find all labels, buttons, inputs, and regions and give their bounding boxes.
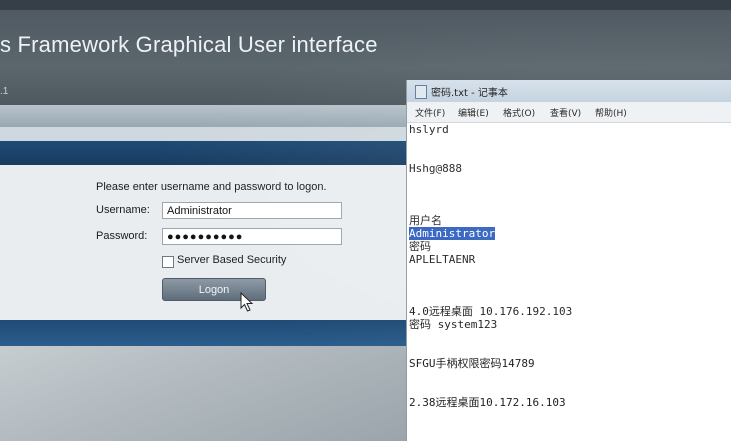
server-security-label: Server Based Security	[177, 254, 287, 266]
notepad-line	[409, 292, 729, 305]
server-security-checkbox[interactable]	[162, 256, 174, 268]
app-toolbar-band	[0, 105, 410, 127]
mouse-pointer-icon	[240, 292, 254, 312]
notepad-line: 密码 system123	[409, 318, 729, 331]
notepad-line	[409, 383, 729, 396]
notepad-line	[409, 136, 729, 149]
menu-edit[interactable]: 编辑(E)	[458, 106, 489, 119]
notepad-line-text: 2.38远程桌面10.172.16.103	[409, 396, 566, 409]
app-title: s Framework Graphical User interface	[0, 32, 378, 57]
app-lower-area	[0, 346, 410, 441]
password-label: Password:	[96, 230, 148, 242]
notepad-selected-text: Administrator	[409, 227, 496, 240]
notepad-text-area[interactable]: hslyrd Hshg@888 用户名 Administrator 密码 APLELT…	[409, 123, 729, 409]
notepad-line	[409, 149, 729, 162]
notepad-window: 密码.txt - 记事本 文件(F) 编辑(E) 格式(O) 查看(V) 帮助(…	[406, 80, 731, 441]
notepad-line	[409, 175, 729, 188]
notepad-line: 4.0远程桌面 10.176.192.103	[409, 305, 729, 318]
notepad-line-text: 4.0远程桌面 10.176.192.103	[409, 305, 573, 318]
login-prompt: Please enter username and password to lo…	[96, 181, 327, 193]
notepad-line: 用户名	[409, 214, 729, 227]
notepad-line-text: 用户名	[409, 214, 442, 227]
menu-format[interactable]: 格式(O)	[503, 106, 535, 119]
notepad-line: hslyrd	[409, 123, 729, 136]
menu-file[interactable]: 文件(F)	[415, 106, 445, 119]
password-input[interactable]: ●●●●●●●●●●	[162, 228, 342, 245]
notepad-line-text: Hshg@888	[409, 162, 462, 175]
notepad-line	[409, 344, 729, 357]
username-input[interactable]: Administrator	[162, 202, 342, 219]
notepad-line-text: 密码	[409, 240, 431, 253]
login-dialog-titlebar	[0, 141, 410, 165]
notepad-line	[409, 331, 729, 344]
notepad-line: 2.38远程桌面10.172.16.103	[409, 396, 729, 409]
app-toolbar-strip	[0, 127, 410, 141]
app-footer-band	[0, 320, 410, 346]
menu-help[interactable]: 帮助(H)	[595, 106, 627, 119]
notepad-line-text: hslyrd	[409, 123, 449, 136]
login-dialog: Please enter username and password to lo…	[0, 165, 410, 320]
screen: s Framework Graphical User interface .1 …	[0, 0, 731, 441]
notepad-title: 密码.txt - 记事本	[431, 88, 508, 99]
app-version: .1	[0, 86, 9, 97]
username-label: Username:	[96, 204, 150, 216]
notepad-file-icon	[415, 85, 427, 99]
notepad-line	[409, 370, 729, 383]
notepad-line: 密码	[409, 240, 729, 253]
menu-view[interactable]: 查看(V)	[550, 106, 581, 119]
notepad-line: APLELTAENR	[409, 253, 729, 266]
notepad-line-text: SFGU手柄权限密码14789	[409, 357, 535, 370]
notepad-menubar: 文件(F) 编辑(E) 格式(O) 查看(V) 帮助(H)	[407, 102, 731, 123]
notepad-line-text: 密码 system123	[409, 318, 498, 331]
notepad-line	[409, 201, 729, 214]
notepad-line	[409, 266, 729, 279]
notepad-line	[409, 279, 729, 292]
notepad-titlebar: 密码.txt - 记事本	[407, 80, 731, 102]
notepad-line: Administrator	[409, 227, 729, 240]
notepad-line	[409, 188, 729, 201]
notepad-line: SFGU手柄权限密码14789	[409, 357, 729, 370]
notepad-line-text: APLELTAENR	[409, 253, 476, 266]
notepad-line: Hshg@888	[409, 162, 729, 175]
